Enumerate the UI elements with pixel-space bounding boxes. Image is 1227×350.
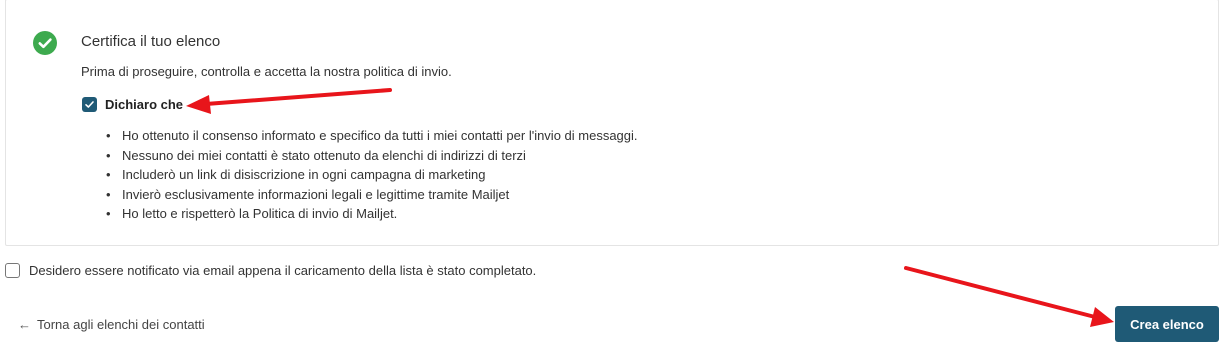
declare-checkbox-row[interactable]: Dichiaro che [82, 97, 183, 112]
notify-label: Desidero essere notificato via email app… [29, 263, 537, 278]
back-link-label: Torna agli elenchi dei contatti [37, 317, 205, 332]
policy-item-text: Invierò esclusivamente informazioni lega… [122, 186, 510, 202]
notify-checkbox-row[interactable]: Desidero essere notificato via email app… [5, 263, 536, 278]
bullet-marker: • [106, 128, 111, 143]
declare-label: Dichiaro che [105, 97, 184, 112]
back-to-lists-link[interactable]: ← Torna agli elenchi dei contatti [18, 317, 205, 332]
notify-checkbox[interactable] [5, 263, 20, 278]
declare-checkbox[interactable] [82, 97, 97, 112]
policy-item-text: Ho ottenuto il consenso informato e spec… [122, 128, 638, 143]
bullet-marker: • [106, 206, 111, 221]
list-item: • Ho letto e rispetterò la Politica di in… [106, 204, 638, 224]
page: Certifica il tuo elenco Prima di prosegu… [0, 0, 1227, 350]
policy-item-text: Nessuno dei miei contatti è stato ottenu… [122, 147, 526, 163]
arrow-left-icon: ← [18, 317, 31, 332]
annotation-arrow-icon [904, 266, 1114, 327]
create-list-button[interactable]: Crea elenco [1115, 306, 1219, 342]
list-item: • Nessuno dei miei contatti è stato otten… [106, 146, 638, 166]
bullet-marker: • [106, 186, 111, 202]
list-item: • Includerò un link di disiscrizione in o… [106, 165, 638, 185]
certify-description: Prima di proseguire, controlla e accetta… [81, 64, 452, 79]
check-circle-icon [33, 31, 57, 55]
checkmark-icon [85, 101, 94, 108]
certify-panel: Certifica il tuo elenco Prima di prosegu… [5, 0, 1219, 246]
list-item: • Ho ottenuto il consenso informato e spe… [106, 126, 638, 146]
policy-item-text: Includerò un link di disiscrizione in og… [122, 167, 486, 182]
bullet-marker: • [106, 167, 111, 182]
list-item: • Invierò esclusivamente informazioni leg… [106, 185, 638, 205]
policy-item-text: Ho letto e rispetterò la Politica di inv… [122, 206, 398, 221]
policy-list: • Ho ottenuto il consenso informato e spe… [106, 126, 638, 224]
bullet-marker: • [106, 147, 111, 163]
certify-title: Certifica il tuo elenco [81, 33, 221, 50]
